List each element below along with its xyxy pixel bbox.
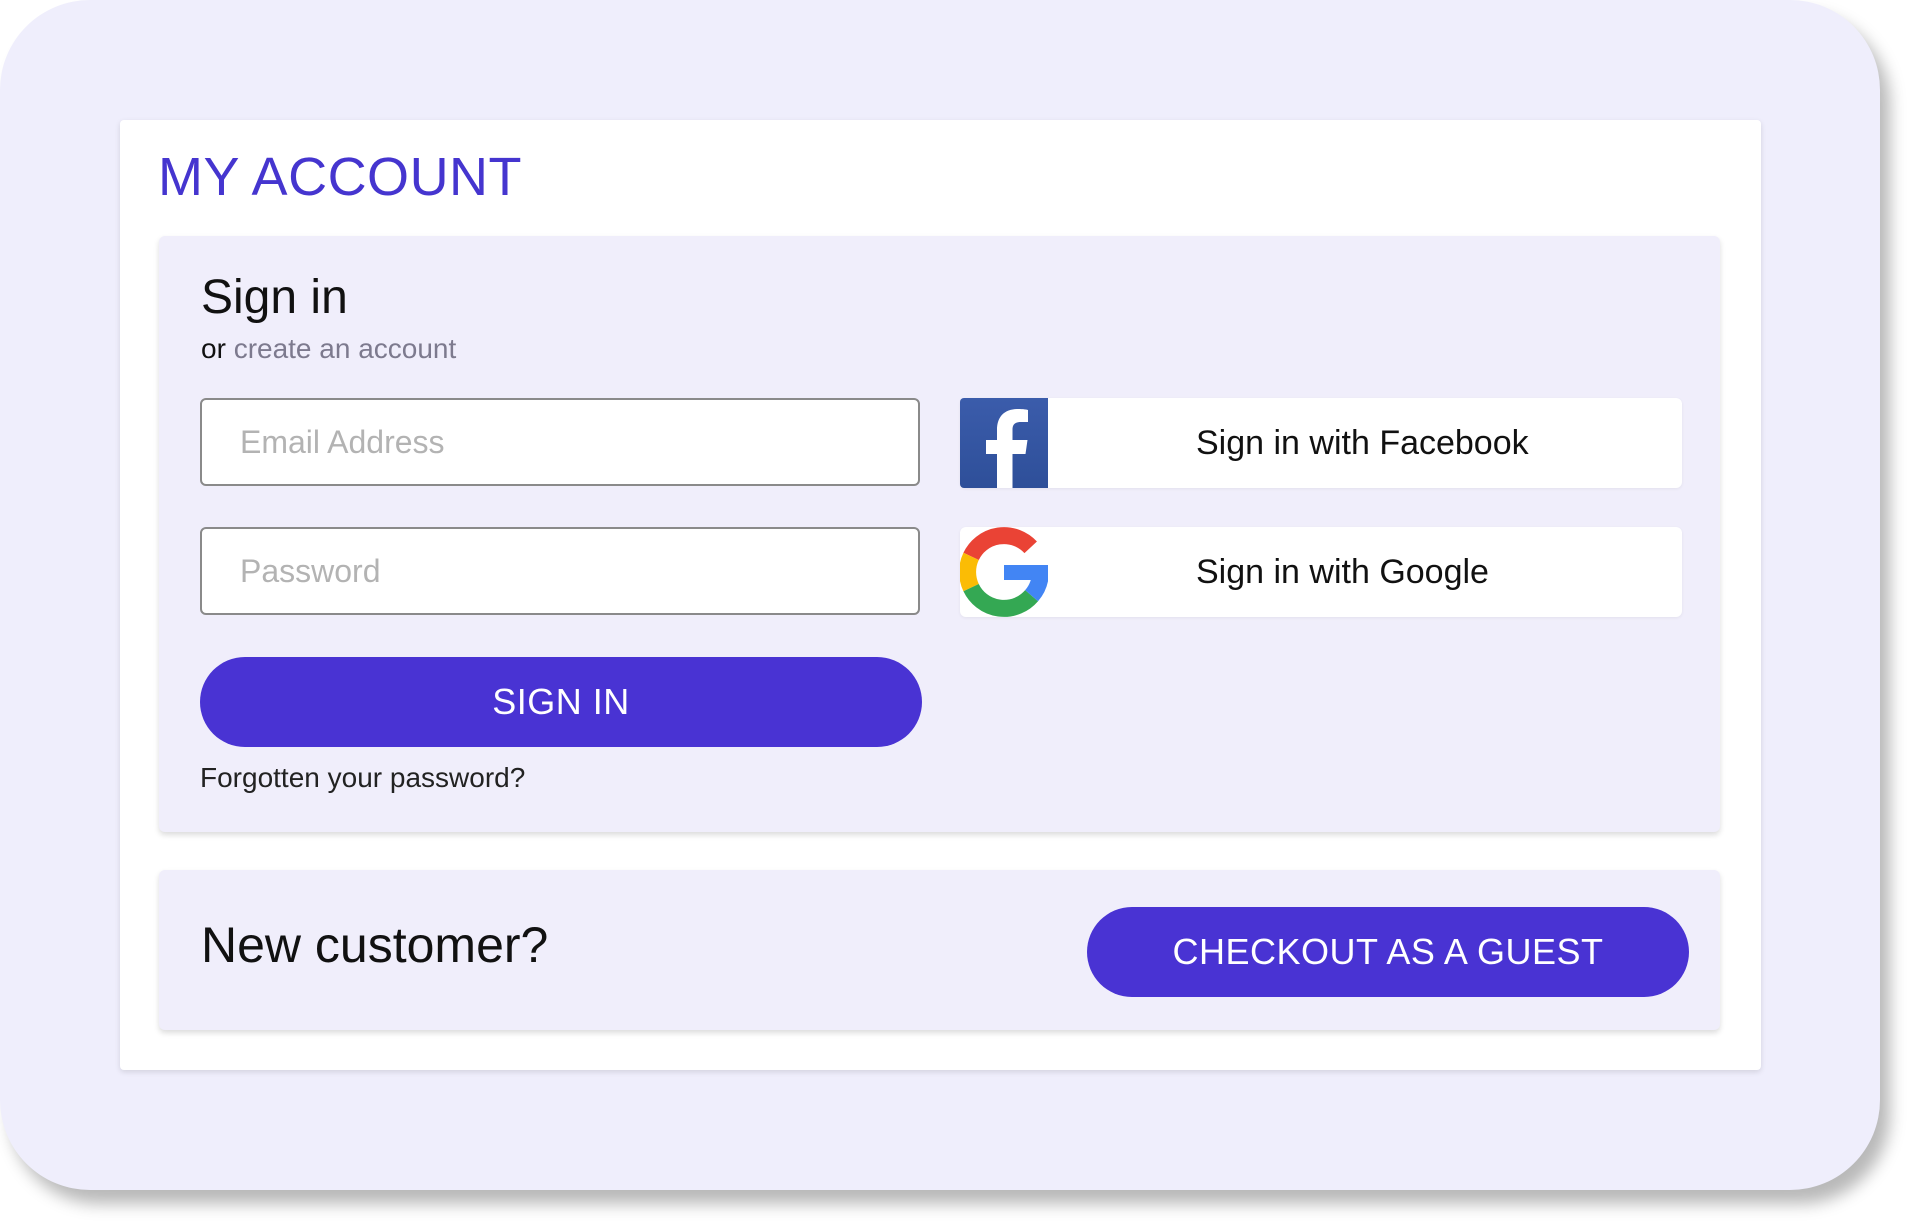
app-frame: MY ACCOUNT Sign in or create an account … [0, 0, 1880, 1190]
forgot-password-link[interactable]: Forgotten your password? [200, 762, 525, 794]
checkout-as-guest-button[interactable]: CHECKOUT AS A GUEST [1087, 907, 1689, 997]
facebook-signin-label: Sign in with Facebook [1196, 424, 1529, 462]
facebook-icon [960, 398, 1048, 488]
google-signin-button[interactable]: Sign in with Google [960, 527, 1682, 617]
new-customer-heading: New customer? [201, 917, 549, 973]
google-icon [960, 527, 1048, 617]
google-signin-label: Sign in with Google [1196, 553, 1489, 591]
guest-panel: New customer? CHECKOUT AS A GUEST [159, 870, 1720, 1030]
signin-subtitle: or create an account [201, 333, 456, 365]
sign-in-button[interactable]: SIGN IN [200, 657, 922, 747]
create-account-link[interactable]: create an account [234, 333, 457, 364]
page-title: MY ACCOUNT [158, 147, 523, 207]
signin-panel: Sign in or create an account SIGN IN For… [159, 236, 1720, 832]
or-text: or [201, 333, 226, 364]
email-field[interactable] [200, 398, 920, 486]
signin-title: Sign in [201, 271, 348, 324]
account-card: MY ACCOUNT Sign in or create an account … [120, 120, 1761, 1070]
password-field[interactable] [200, 527, 920, 615]
facebook-signin-button[interactable]: Sign in with Facebook [960, 398, 1682, 488]
